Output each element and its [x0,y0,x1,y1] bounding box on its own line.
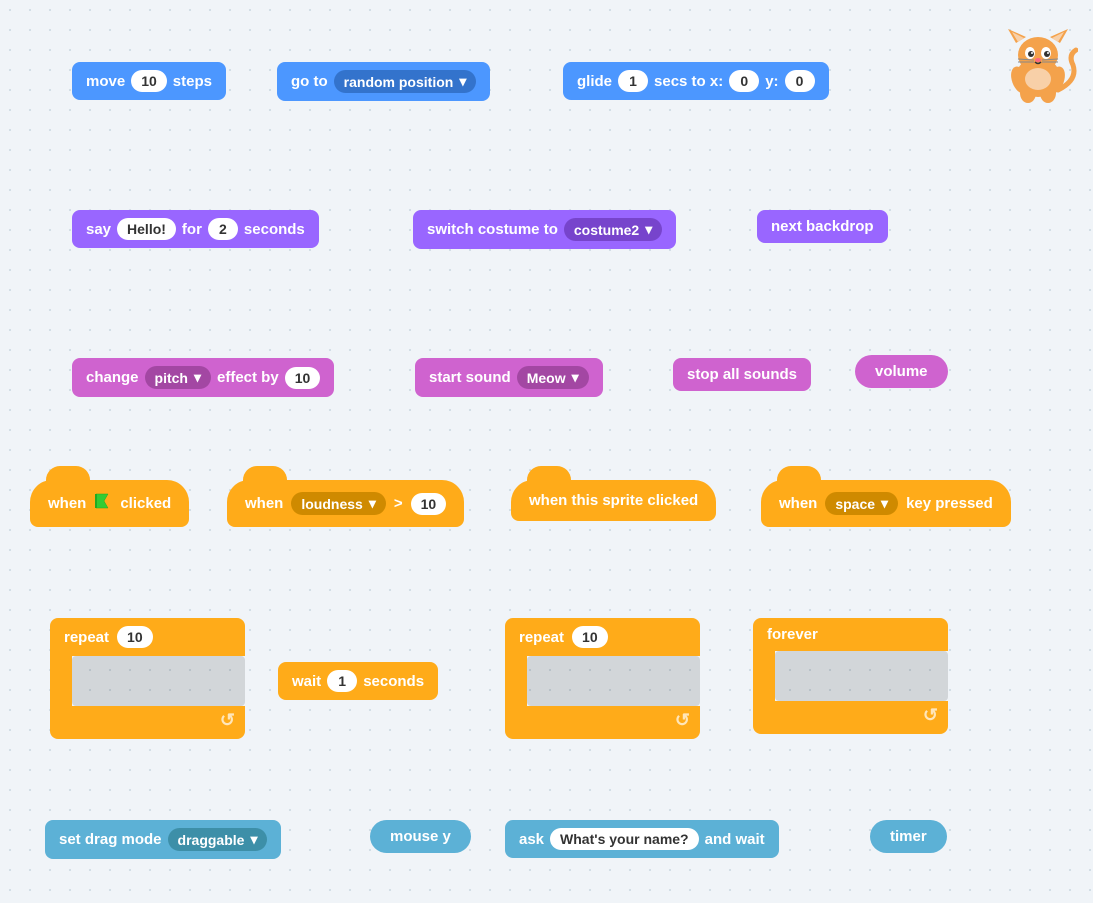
switch-costume-block[interactable]: switch costume to costume2 ▾ [413,210,676,249]
say-suffix: seconds [244,221,305,238]
ask-block[interactable]: ask What's your name? and wait [505,820,779,858]
next-backdrop-label: next backdrop [771,218,874,235]
ask-question[interactable]: What's your name? [550,828,699,850]
switch-costume-dropdown[interactable]: costume2 ▾ [564,218,662,241]
timer-block[interactable]: timer [870,820,947,853]
repeat2-label: repeat [519,629,564,646]
effect-dropdown[interactable]: pitch ▾ [145,366,211,389]
scratch-cat [998,25,1078,105]
timer-label: timer [890,828,927,845]
repeat1-value[interactable]: 10 [117,626,153,648]
volume-label: volume [875,363,928,380]
repeat2-block[interactable]: repeat 10 ↺ [505,618,700,739]
change-label: change [86,369,139,386]
volume-block[interactable]: volume [855,355,948,388]
say-label: say [86,221,111,238]
when-key-block[interactable]: when space ▾ key pressed [761,480,1011,527]
glide-label: glide [577,73,612,90]
set-drag-label: set drag mode [59,831,162,848]
start-sound-block[interactable]: start sound Meow ▾ [415,358,603,397]
next-backdrop-block[interactable]: next backdrop [757,210,888,243]
effect-value[interactable]: 10 [285,367,321,389]
move-block[interactable]: move 10 steps [72,62,226,100]
repeat1-block[interactable]: repeat 10 ↺ [50,618,245,739]
sound-arrow: ▾ [572,369,579,386]
when-flag-label: when [48,495,86,512]
sound-dropdown[interactable]: Meow ▾ [517,366,589,389]
when-loudness-label: when [245,495,283,512]
start-sound-label: start sound [429,369,511,386]
wait-suffix: seconds [363,673,424,690]
goto-arrow: ▾ [459,73,466,90]
goto-label: go to [291,73,328,90]
when-sprite-block[interactable]: when this sprite clicked [511,480,716,521]
switch-costume-label: switch costume to [427,221,558,238]
ask-suffix: and wait [705,831,765,848]
when-flag-suffix: clicked [120,495,171,512]
forever-block[interactable]: forever ↺ [753,618,948,734]
glide-secs[interactable]: 1 [618,70,648,92]
loudness-dropdown[interactable]: loudness ▾ [291,492,386,515]
when-sprite-label: when this sprite clicked [529,492,698,509]
glide-x[interactable]: 0 [729,70,759,92]
stop-sounds-block[interactable]: stop all sounds [673,358,811,391]
set-drag-block[interactable]: set drag mode draggable ▾ [45,820,281,859]
glide-y-label: y: [765,73,778,90]
repeat1-label: repeat [64,629,109,646]
when-key-label: when [779,495,817,512]
wait-label: wait [292,673,321,690]
move-value[interactable]: 10 [131,70,167,92]
effect-arrow: ▾ [194,369,201,386]
move-suffix: steps [173,73,212,90]
mouse-y-label: mouse y [390,828,451,845]
goto-block[interactable]: go to random position ▾ [277,62,490,101]
move-label: move [86,73,125,90]
ask-label: ask [519,831,544,848]
change-effect-block[interactable]: change pitch ▾ effect by 10 [72,358,334,397]
effect-suffix: effect by [217,369,279,386]
loudness-value[interactable]: 10 [411,493,447,515]
forever-label: forever [767,626,818,643]
when-flag-block[interactable]: when clicked [30,480,189,527]
costume-arrow: ▾ [645,221,652,238]
glide-block[interactable]: glide 1 secs to x: 0 y: 0 [563,62,829,100]
key-suffix: key pressed [906,495,993,512]
say-for: for [182,221,202,238]
drag-dropdown[interactable]: draggable ▾ [168,828,268,851]
goto-dropdown[interactable]: random position ▾ [334,70,477,93]
say-secs[interactable]: 2 [208,218,238,240]
repeat2-value[interactable]: 10 [572,626,608,648]
flag-icon [94,492,112,515]
glide-y[interactable]: 0 [785,70,815,92]
wait-value[interactable]: 1 [327,670,357,692]
say-message[interactable]: Hello! [117,218,176,240]
stop-sounds-label: stop all sounds [687,366,797,383]
say-block[interactable]: say Hello! for 2 seconds [72,210,319,248]
loudness-op: > [394,495,403,512]
when-loudness-block[interactable]: when loudness ▾ > 10 [227,480,464,527]
wait-block[interactable]: wait 1 seconds [278,662,438,700]
mouse-y-block[interactable]: mouse y [370,820,471,853]
key-dropdown[interactable]: space ▾ [825,492,898,515]
glide-suffix: secs to x: [654,73,723,90]
